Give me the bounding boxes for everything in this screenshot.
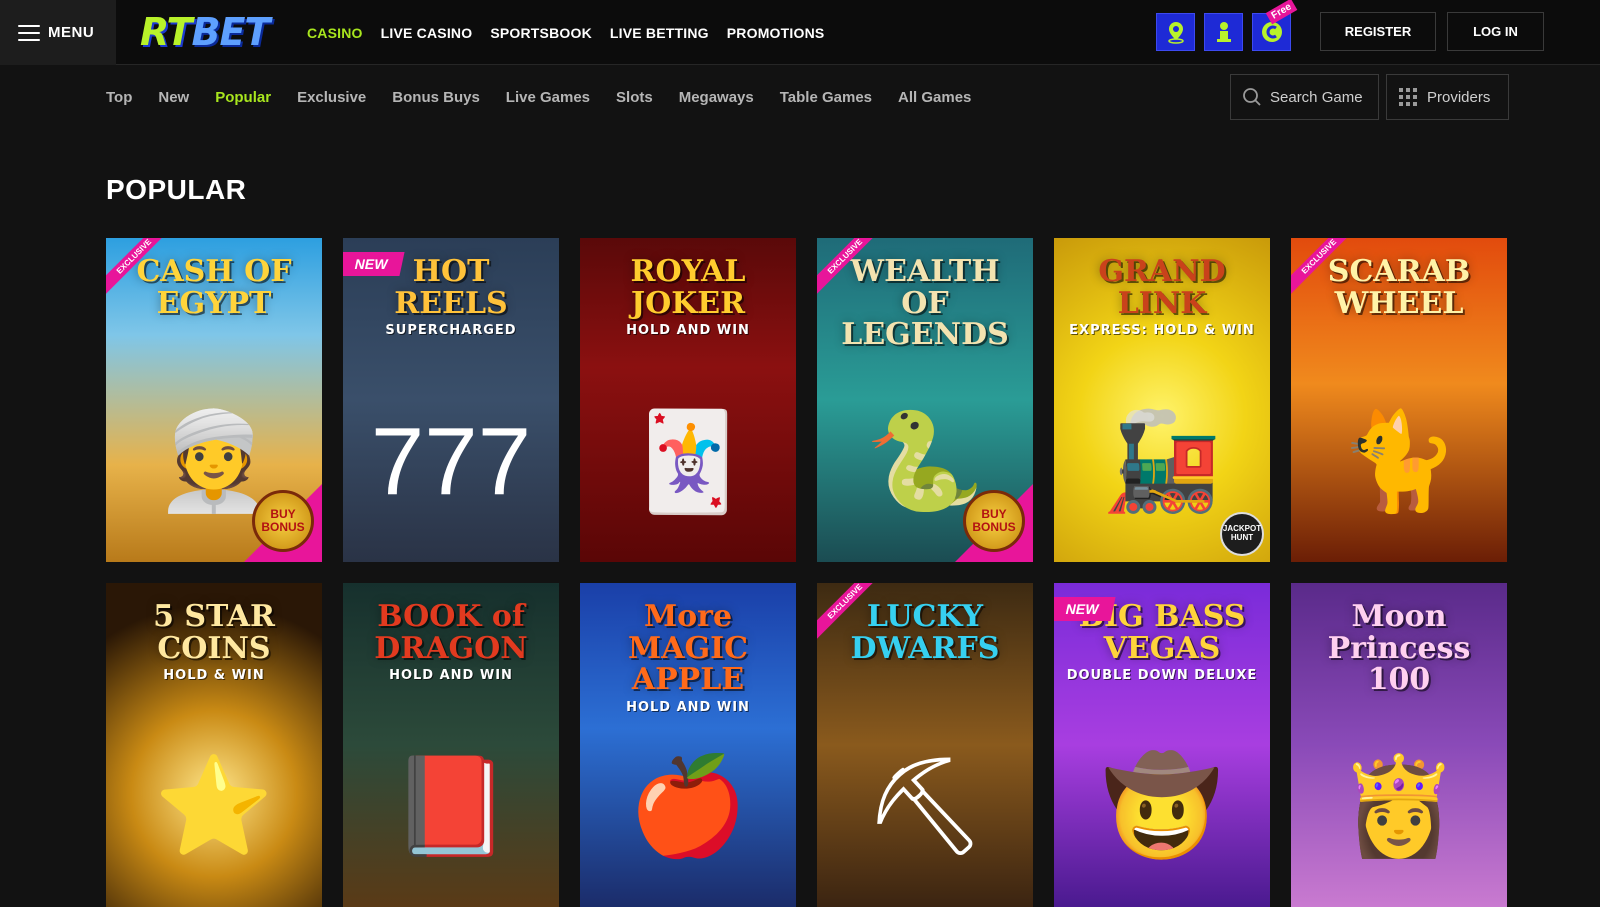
grid-icon	[1399, 88, 1417, 106]
game-artwork: ⛏	[864, 752, 986, 860]
category-table-games[interactable]: Table Games	[780, 89, 872, 106]
buy-bonus-badge: BUY BONUS	[963, 490, 1025, 552]
game-card[interactable]: EXCLUSIVE WEALTH OF LEGENDS 🐍 BUY BONUS	[817, 238, 1033, 562]
game-title: ROYAL JOKER	[630, 254, 746, 321]
game-card[interactable]: EXCLUSIVE CASH OF EGYPT 👳 BUY BONUS	[106, 238, 322, 562]
game-title: Moon Princess 100	[1327, 599, 1471, 697]
category-all-games[interactable]: All Games	[898, 89, 971, 106]
game-subtitle: DOUBLE DOWN DELUXE	[1066, 668, 1258, 683]
category-live-games[interactable]: Live Games	[506, 89, 590, 106]
nav-live-casino[interactable]: LIVE CASINO	[381, 25, 473, 41]
game-title: SCARAB WHEEL	[1327, 254, 1471, 321]
game-card[interactable]: NEW BIG BASS VEGAS DOUBLE DOWN DELUXE 🤠	[1054, 583, 1270, 907]
category-megaways[interactable]: Megaways	[679, 89, 754, 106]
nav-casino[interactable]: CASINO	[307, 25, 363, 41]
game-grid: EXCLUSIVE CASH OF EGYPT 👳 BUY BONUS NEW HOT R…	[106, 238, 1510, 907]
providers-label: Providers	[1427, 88, 1491, 106]
nav-sportsbook[interactable]: SPORTSBOOK	[490, 25, 592, 41]
category-top[interactable]: Top	[106, 89, 132, 106]
game-card[interactable]: Moon Princess 100 👸	[1291, 583, 1507, 907]
game-artwork: 📕	[391, 752, 511, 860]
game-artwork: 🍎	[628, 752, 748, 860]
game-subtitle: HOLD AND WIN	[626, 323, 750, 338]
nav-promotions[interactable]: PROMOTIONS	[727, 25, 825, 41]
game-card[interactable]: EXCLUSIVE SCARAB WHEEL 🐈	[1291, 238, 1507, 562]
category-popular[interactable]: Popular	[215, 89, 271, 106]
register-button[interactable]: REGISTER	[1320, 12, 1436, 51]
game-title: BOOK of DRAGON	[374, 599, 528, 666]
category-nav: Top New Popular Exclusive Bonus Buys Liv…	[106, 82, 971, 112]
game-title: LUCKY DWARFS	[850, 599, 1000, 666]
game-artwork: 777	[370, 407, 532, 515]
game-artwork: ⭐	[154, 752, 274, 860]
game-card[interactable]: NEW HOT REELS SUPERCHARGED 777	[343, 238, 559, 562]
coin-icon[interactable]: Free	[1252, 0, 1298, 51]
game-artwork: 👸	[1339, 752, 1459, 860]
game-card[interactable]: GRAND LINK EXPRESS: HOLD & WIN 🚂 JACKPOT HU…	[1054, 238, 1270, 562]
section-title: POPULAR	[106, 174, 247, 205]
game-title: WEALTH OF LEGENDS	[841, 254, 1009, 352]
search-placeholder: Search Game	[1270, 88, 1363, 106]
game-card[interactable]: BOOK of DRAGON HOLD AND WIN 📕	[343, 583, 559, 907]
game-subtitle: HOLD AND WIN	[389, 668, 513, 683]
category-slots[interactable]: Slots	[616, 89, 653, 106]
game-artwork: 🤠	[1102, 752, 1222, 860]
jackpot-hunt-badge: JACKPOT HUNT	[1220, 512, 1264, 556]
map-pin-icon[interactable]	[1156, 13, 1195, 51]
game-subtitle: HOLD & WIN	[163, 668, 265, 683]
game-card[interactable]: More MAGIC APPLE HOLD AND WIN 🍎	[580, 583, 796, 907]
game-card[interactable]: ROYAL JOKER HOLD AND WIN 🃏	[580, 238, 796, 562]
category-new[interactable]: New	[158, 89, 189, 106]
logo-part-bet: BET	[191, 10, 270, 54]
menu-button[interactable]: MENU	[0, 0, 116, 65]
nav-live-betting[interactable]: LIVE BETTING	[610, 25, 709, 41]
search-icon	[1243, 88, 1261, 106]
providers-button[interactable]: Providers	[1386, 74, 1509, 120]
game-title: CASH OF EGYPT	[136, 254, 292, 321]
site-logo[interactable]: RTBET	[140, 10, 270, 54]
top-header: MENU RTBET CASINO LIVE CASINO SPORTSBOOK…	[0, 0, 1600, 65]
search-game-input[interactable]: Search Game	[1230, 74, 1379, 120]
new-badge: NEW	[1054, 597, 1116, 621]
game-title: GRAND LINK	[1098, 254, 1226, 321]
game-title: 5 STAR COINS	[153, 599, 275, 666]
promo-icons: Free	[1156, 0, 1298, 51]
game-card[interactable]: EXCLUSIVE LUCKY DWARFS ⛏	[817, 583, 1033, 907]
login-button[interactable]: LOG IN	[1447, 12, 1544, 51]
category-exclusive[interactable]: Exclusive	[297, 89, 366, 106]
trophy-icon[interactable]	[1204, 13, 1243, 51]
game-artwork: 🐈	[1339, 407, 1459, 515]
buy-bonus-badge: BUY BONUS	[252, 490, 314, 552]
game-card[interactable]: 5 STAR COINS HOLD & WIN ⭐	[106, 583, 322, 907]
logo-part-rt: RT	[140, 10, 192, 54]
game-subtitle: SUPERCHARGED	[385, 323, 517, 338]
game-artwork: 🃏	[628, 407, 748, 515]
game-title: More MAGIC APPLE	[627, 599, 748, 697]
new-badge: NEW	[343, 252, 405, 276]
game-subtitle: EXPRESS: HOLD & WIN	[1069, 323, 1255, 338]
main-nav: CASINO LIVE CASINO SPORTSBOOK LIVE BETTI…	[307, 0, 824, 65]
category-bonus-buys[interactable]: Bonus Buys	[392, 89, 480, 106]
hamburger-icon	[18, 24, 40, 41]
menu-label: MENU	[48, 24, 95, 41]
